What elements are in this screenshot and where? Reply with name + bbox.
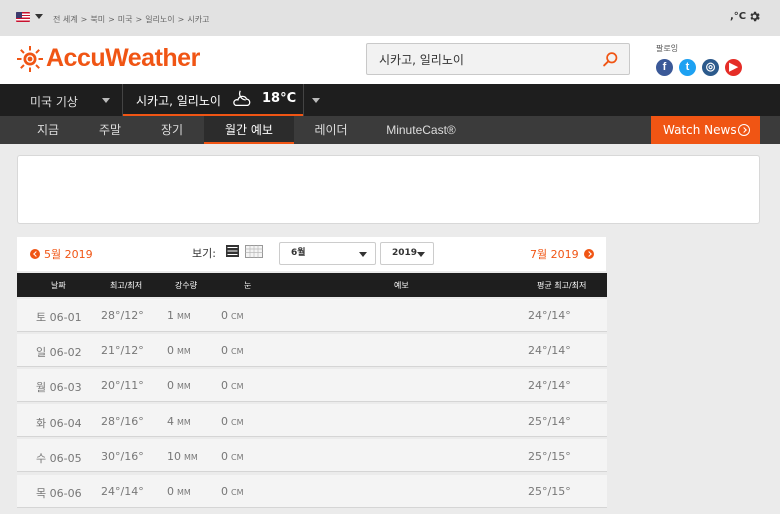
search-box [366,43,630,75]
hilo-cell: 24°/14° [101,485,144,498]
tab-weekend[interactable]: 주말 [86,116,134,144]
ad-container [17,155,760,224]
date-cell: 월 06-03 [36,381,82,394]
avg-cell: 25°/14° [528,415,571,428]
date-cell: 일 06-02 [36,346,82,359]
follow-label: 팔로잉 [656,44,679,53]
avg-cell: 24°/14° [528,344,571,357]
watch-news-label: Watch News [663,123,737,137]
tab-radar[interactable]: 레이더 [306,116,356,144]
snow-cell: 0 CM [221,379,244,392]
snow-cell: 0 CM [221,485,244,498]
column-header-precip: 강수량 [175,281,198,290]
gear-icon[interactable] [748,10,761,23]
current-temperature: 18°C [262,91,297,106]
hilo-cell: 21°/12° [101,344,144,357]
chevron-down-icon [417,252,425,257]
view-label: 보기: [192,247,216,260]
date-cell: 화 06-04 [36,417,82,430]
watch-news-button[interactable]: Watch News [651,116,760,144]
tab-long-range[interactable]: 장기 [148,116,196,144]
precip-cell: 0 MM [167,344,191,357]
arrow-right-circle-icon [738,124,750,136]
search-input[interactable] [379,50,599,68]
tab-now[interactable]: 지금 [24,116,72,144]
avg-cell: 25°/15° [528,485,571,498]
snow-cell: 0 CM [221,344,244,357]
youtube-icon[interactable]: ▶ [725,59,742,76]
column-header-hilo: 최고/최저 [110,281,143,290]
precip-cell: 0 MM [167,379,191,392]
brand-logo[interactable]: AccuWeather [46,44,200,73]
avg-cell: 24°/14° [528,379,571,392]
breadcrumb-item[interactable]: 전 세계 [53,15,78,24]
breadcrumb-item[interactable]: 시카고 [187,15,209,24]
prev-month-link[interactable]: 5월 2019 [44,246,93,262]
snow-cell: 0 CM [221,450,244,463]
hilo-cell: 28°/16° [101,415,144,428]
month-select[interactable]: 6월 [279,242,376,265]
twitter-icon[interactable]: t [679,59,696,76]
snow-cell: 0 CM [221,309,244,322]
column-header-avg: 평균 최고/최저 [537,281,587,290]
city-label: 시카고, 일리노이 [136,94,221,108]
precip-cell: 4 MM [167,415,191,428]
country-label: 미국 기상 [30,95,78,109]
search-icon[interactable] [602,51,619,68]
unit-toggle[interactable]: ,°C [730,11,746,22]
us-flag-icon[interactable] [16,12,30,22]
partly-cloudy-night-icon [233,90,251,107]
chevron-down-icon[interactable] [35,14,43,19]
breadcrumb-item[interactable]: 북미 [90,15,105,24]
arrow-left-circle-icon[interactable] [30,249,40,259]
table-header [17,273,607,297]
hilo-cell: 20°/11° [101,379,144,392]
tab-minutecast[interactable]: MinuteCast® [376,116,466,144]
avg-cell: 24°/14° [528,309,571,322]
instagram-icon[interactable]: ◎ [702,59,719,76]
list-view-icon[interactable] [226,245,239,257]
sun-logo-icon[interactable] [17,46,43,72]
arrow-right-circle-icon[interactable] [584,249,594,259]
next-month-link[interactable]: 7월 2019 [530,246,579,262]
date-cell: 목 06-06 [36,487,82,500]
chevron-down-icon[interactable] [102,98,110,103]
avg-cell: 25°/15° [528,450,571,463]
month-select-value: 6월 [291,248,306,258]
column-header-date: 날짜 [51,281,66,290]
column-header-snow: 눈 [244,281,252,290]
snow-cell: 0 CM [221,415,244,428]
precip-cell: 10 MM [167,450,198,463]
breadcrumb: 전 세계 > 북미 > 미국 > 일리노이 > 시카고 [53,15,210,24]
tab-monthly[interactable]: 월간 예보 [204,116,294,144]
column-header-forecast: 예보 [394,281,409,290]
chevron-down-icon [359,252,367,257]
date-cell: 수 06-05 [36,452,82,465]
hilo-cell: 30°/16° [101,450,144,463]
facebook-icon[interactable]: f [656,59,673,76]
hilo-cell: 28°/12° [101,309,144,322]
year-select[interactable]: 2019 [380,242,434,265]
breadcrumb-item[interactable]: 일리노이 [145,15,174,24]
date-cell: 토 06-01 [36,311,82,324]
breadcrumb-item[interactable]: 미국 [118,15,133,24]
precip-cell: 0 MM [167,485,191,498]
precip-cell: 1 MM [167,309,191,322]
year-select-value: 2019 [392,248,418,258]
divider [303,84,304,116]
calendar-view-icon[interactable] [245,245,263,258]
chevron-down-icon[interactable] [312,98,320,103]
